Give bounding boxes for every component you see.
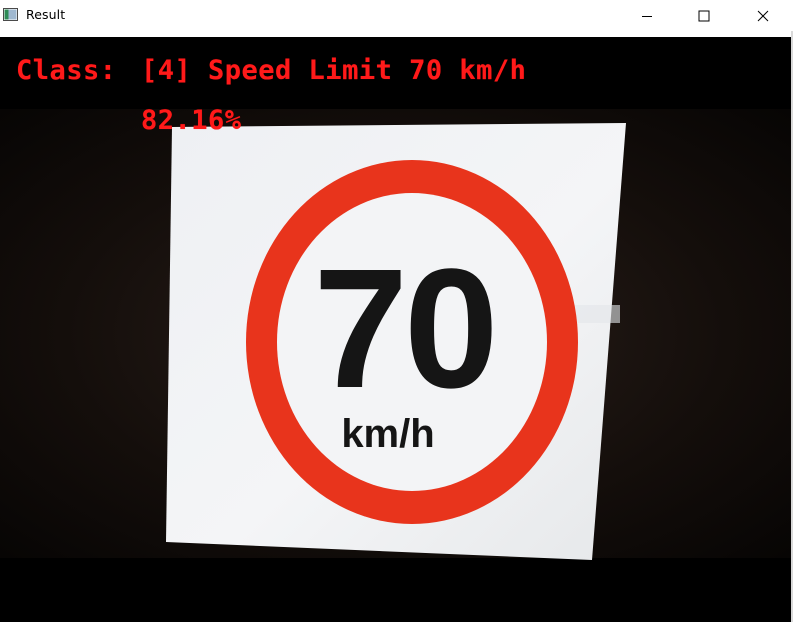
minimize-icon	[642, 15, 652, 17]
sign-unit: km/h	[341, 412, 434, 456]
close-button[interactable]	[740, 0, 786, 31]
class-value: [4] Speed Limit 70 km/h	[141, 55, 527, 86]
close-icon	[757, 10, 769, 21]
window-title: Result	[26, 7, 66, 22]
image-canvas: 70 km/h Class: [4] Speed Limit 70 km/h 8…	[0, 37, 791, 622]
sign-number: 70	[313, 234, 494, 424]
result-window: Result 70 km/h Class: [4] Speed Limit 70…	[0, 0, 793, 622]
class-label: Class:	[16, 55, 117, 86]
minimize-button[interactable]	[624, 0, 670, 31]
title-bar[interactable]: Result	[0, 0, 793, 31]
speed-limit-sign: 70 km/h	[246, 160, 578, 524]
camera-frame: 70 km/h	[0, 37, 791, 622]
app-icon	[3, 8, 18, 21]
maximize-icon	[698, 10, 710, 21]
maximize-button[interactable]	[681, 0, 727, 31]
bottom-band	[0, 558, 791, 622]
probability-value: 82.16%	[141, 105, 242, 136]
